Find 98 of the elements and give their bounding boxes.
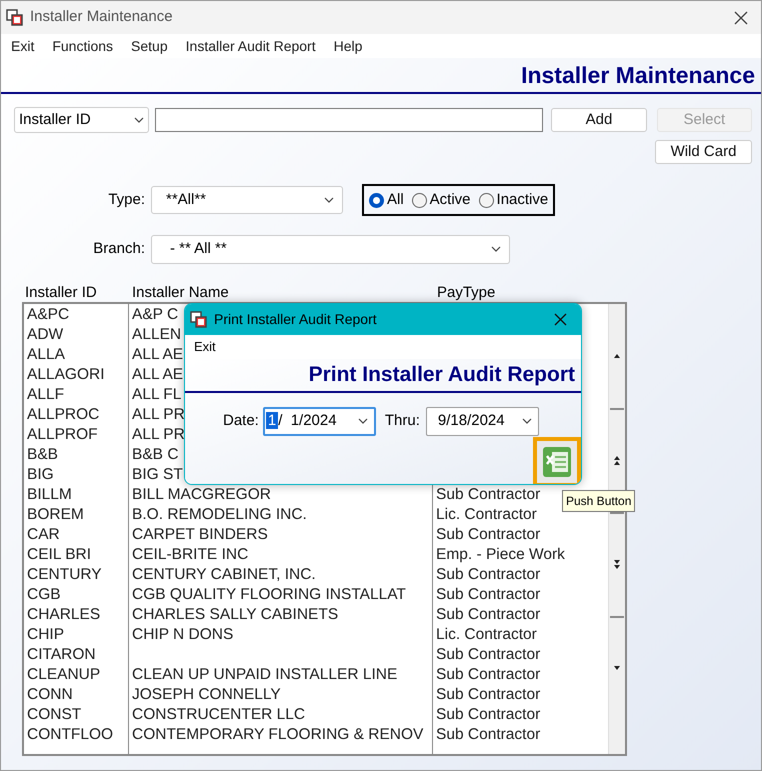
table-cell: B&B <box>27 446 58 463</box>
table-cell: Sub Contractor <box>436 486 540 503</box>
table-cell: ADW <box>27 326 64 343</box>
table-cell: B.O. REMODELING INC. <box>132 506 307 523</box>
table-cell: CONTEMPORARY FLOORING & RENOV <box>132 726 424 743</box>
table-cell: Sub Contractor <box>436 606 540 623</box>
app-icon <box>6 8 24 26</box>
chevron-down-icon <box>491 246 501 252</box>
close-icon[interactable] <box>734 10 748 24</box>
table-cell: CGB QUALITY FLOORING INSTALLAT <box>132 586 406 603</box>
table-cell: Sub Contractor <box>436 586 540 603</box>
status-radio[interactable]: All <box>369 188 404 212</box>
chevron-down-icon <box>358 418 368 424</box>
table-cell: CEIL BRI <box>27 546 92 563</box>
table-cell: ALLPROF <box>27 426 98 443</box>
table-cell: CLEANUP <box>27 666 100 683</box>
table-cell: CAR <box>27 526 60 543</box>
window-title: Installer Maintenance <box>30 7 174 28</box>
table-cell: CGB <box>27 586 61 603</box>
add-button[interactable]: Add <box>551 108 647 132</box>
menu-item[interactable]: Exit <box>11 36 34 56</box>
wild-card-button[interactable]: Wild Card <box>655 140 752 164</box>
spreadsheet-icon <box>542 446 572 478</box>
tooltip: Push Button <box>562 490 636 512</box>
app-icon <box>190 310 208 328</box>
column-header: Installer Name <box>132 283 230 302</box>
dialog-title: Print Installer Audit Report <box>214 310 378 329</box>
type-dropdown[interactable]: **All** <box>151 186 343 214</box>
table-cell: BOREM <box>27 506 84 523</box>
column-header: Installer ID <box>25 283 98 302</box>
table-cell: ALLEN <box>132 326 182 343</box>
table-cell: CONN <box>27 686 73 703</box>
dialog-header: Print Installer Audit Report <box>308 362 575 388</box>
date-label: Date: <box>223 410 259 431</box>
table-cell: ALLPROC <box>27 406 100 423</box>
table-cell: BILLM <box>27 486 72 503</box>
thru-field[interactable]: 9/18/2024 <box>426 406 539 436</box>
type-label: Type: <box>107 190 146 210</box>
table-cell: BIG <box>27 466 54 483</box>
table-cell: BIG ST <box>132 466 183 483</box>
table-cell: ALL FL <box>132 386 182 403</box>
table-cell: CHARLES <box>27 606 100 623</box>
page-header: Installer Maintenance <box>521 60 755 90</box>
table-cell: ALL PR <box>132 406 185 423</box>
table-cell: Sub Contractor <box>436 566 540 583</box>
table-cell: B&B C <box>132 446 179 463</box>
excel-export-button[interactable] <box>533 437 581 484</box>
table-cell: CENTURY CABINET, INC. <box>132 566 316 583</box>
branch-label: Branch: <box>92 238 146 259</box>
table-cell: CLEAN UP UNPAID INSTALLER LINE <box>132 666 398 683</box>
table-cell: CEIL-BRITE INC <box>132 546 248 563</box>
table-cell: BILL MACGREGOR <box>132 486 271 503</box>
table-cell: A&P C <box>132 306 178 323</box>
table-cell: Lic. Contractor <box>436 626 537 643</box>
table-cell: CARPET BINDERS <box>132 526 268 543</box>
table-cell: A&PC <box>27 306 70 323</box>
table-cell: CONTFLOO <box>27 726 114 743</box>
table-cell: ALL PR <box>132 426 185 443</box>
table-cell: Sub Contractor <box>436 666 540 683</box>
status-radio[interactable]: Inactive <box>478 188 548 212</box>
table-cell: CHIP <box>27 626 64 643</box>
column-header: PayType <box>437 283 496 302</box>
table-cell: ALLA <box>27 346 65 363</box>
table-cell: CHARLES SALLY CABINETS <box>132 606 338 623</box>
close-icon[interactable] <box>554 313 567 326</box>
table-cell: Sub Contractor <box>436 706 540 723</box>
table-cell: Sub Contractor <box>436 686 540 703</box>
table-cell: ALLAGORI <box>27 366 105 383</box>
table-cell: CHIP N DONS <box>132 626 234 643</box>
chevron-down-icon <box>134 117 144 123</box>
scroll-down-icon[interactable] <box>611 559 623 571</box>
table-cell: Lic. Contractor <box>436 506 537 523</box>
menu-item[interactable]: Exit <box>194 337 216 357</box>
chevron-down-icon <box>324 197 334 203</box>
status-radio[interactable]: Active <box>412 188 471 212</box>
table-cell: Emp. - Piece Work <box>436 546 565 563</box>
table-cell: ALL AE <box>132 346 184 363</box>
menu-item[interactable]: Setup <box>131 36 168 56</box>
branch-dropdown[interactable]: - ** All ** <box>151 234 510 264</box>
table-cell: CITARON <box>27 646 96 663</box>
table-cell: Sub Contractor <box>436 526 540 543</box>
scroll-up-icon[interactable] <box>611 455 623 467</box>
menu-item[interactable]: Help <box>334 36 362 56</box>
table-cell: ALLF <box>27 386 64 403</box>
table-cell: CONSTRUCENTER LLC <box>132 706 306 723</box>
search-field-select[interactable]: Installer ID <box>14 107 150 133</box>
table-cell: Sub Contractor <box>436 726 540 743</box>
menu-item[interactable]: Installer Audit Report <box>186 36 316 56</box>
thru-label: Thru: <box>384 410 420 431</box>
search-field[interactable] <box>155 108 544 132</box>
table-cell: CENTURY <box>27 566 102 583</box>
date-field[interactable]: 1/ 1/2024 <box>262 406 376 436</box>
table-cell: Sub Contractor <box>436 646 540 663</box>
table-cell: ALL AE <box>132 366 184 383</box>
table-cell: CONST <box>27 706 82 723</box>
menu-item[interactable]: Functions <box>52 36 114 56</box>
table-cell: JOSEPH CONNELLY <box>132 686 281 703</box>
chevron-down-icon <box>522 418 532 424</box>
